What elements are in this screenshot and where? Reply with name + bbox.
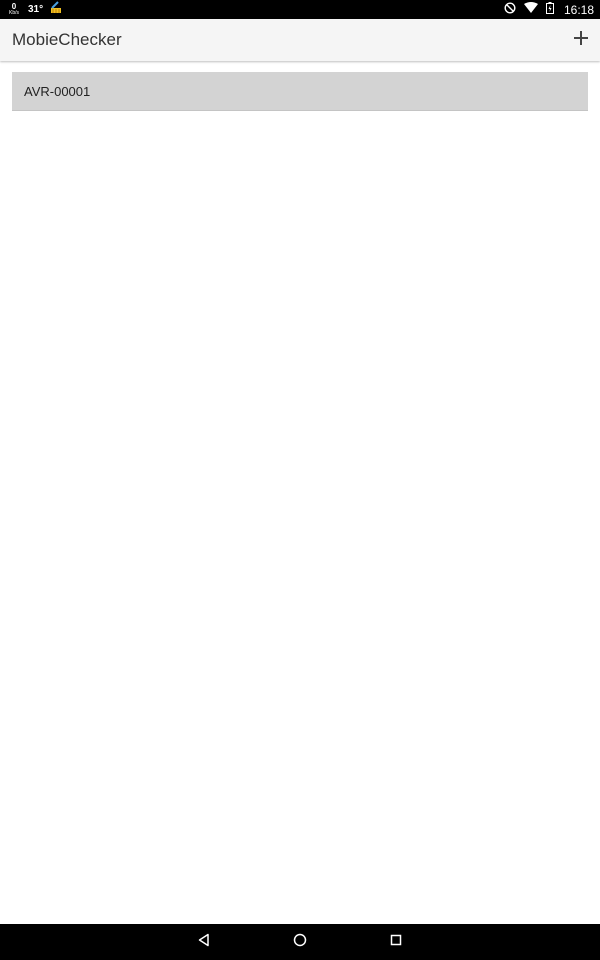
app-title: MobieChecker	[12, 30, 122, 49]
item-list: AVR-00001	[12, 72, 588, 111]
add-button[interactable]	[568, 27, 594, 53]
status-right: 16:18	[504, 0, 594, 19]
home-icon	[293, 933, 307, 952]
net-speed-unit: Kb/s	[8, 9, 19, 16]
cleaner-icon	[49, 0, 63, 19]
status-bar: 0 Kb/s 31° 16:18	[0, 0, 600, 19]
list-item-label: AVR-00001	[24, 83, 91, 99]
back-button[interactable]	[194, 932, 214, 952]
plus-icon	[572, 29, 590, 52]
back-icon	[197, 933, 211, 952]
temperature: 31°	[28, 4, 44, 15]
recents-button[interactable]	[386, 932, 406, 952]
wifi-icon	[523, 1, 538, 19]
battery-icon	[545, 1, 554, 19]
net-speed-value: 0	[11, 1, 17, 11]
recents-icon	[389, 933, 403, 952]
screen: 0 Kb/s 31° 16:18 MobieChecker AVR-00001	[0, 0, 600, 960]
home-button[interactable]	[290, 932, 310, 952]
navigation-bar	[0, 924, 600, 960]
app-bar: MobieChecker	[0, 19, 600, 61]
net-speed-indicator: 0 Kb/s	[6, 1, 22, 17]
do-not-disturb-icon	[504, 1, 516, 19]
list-item[interactable]: AVR-00001	[12, 72, 588, 111]
status-clock: 16:18	[563, 2, 594, 17]
status-left: 0 Kb/s 31°	[6, 0, 63, 19]
